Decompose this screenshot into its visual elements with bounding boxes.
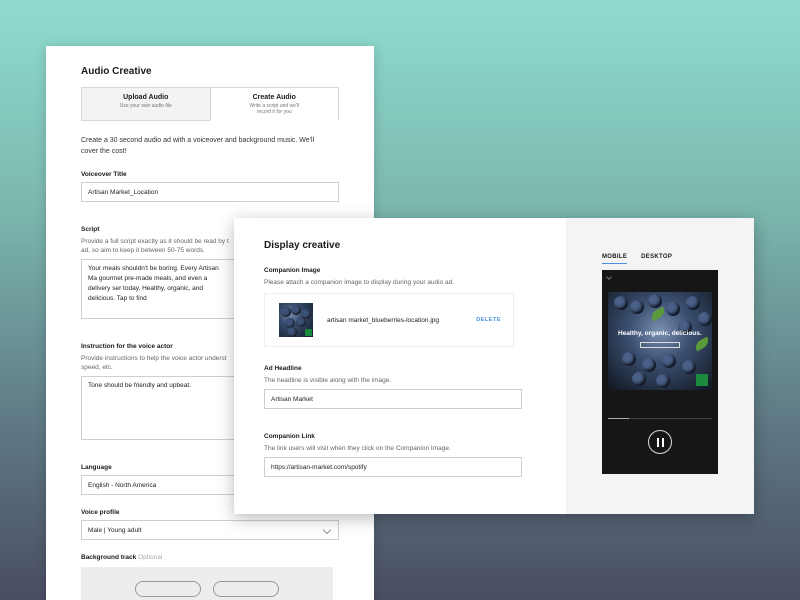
script-help: Provide a full script exactly as it shou… <box>81 238 229 254</box>
preview-cta <box>640 342 680 348</box>
tab-label: Upload Audio <box>123 94 169 101</box>
companion-image-thumbnail <box>279 303 313 337</box>
companion-image-help: Please attach a companion image to displ… <box>264 279 455 286</box>
voiceover-title-label: Voiceover Title <box>81 171 127 178</box>
track-option-button[interactable] <box>135 581 201 597</box>
language-value: English - North America <box>88 482 157 489</box>
audio-creative-title: Audio Creative <box>81 66 152 77</box>
tab-subtitle: Write a script and we'll record it for y… <box>249 103 300 115</box>
companion-image-label: Companion Image <box>264 267 321 274</box>
display-form: Display creative Companion Image Please … <box>234 218 566 514</box>
now-playing-header <box>602 270 718 283</box>
preview-pane: MOBILE DESKTOP Healthy, organic, delicio… <box>566 218 754 514</box>
optional-tag: Optional <box>138 554 163 561</box>
tab-mobile[interactable]: MOBILE <box>602 254 628 264</box>
display-creative-title: Display creative <box>264 240 341 251</box>
voice-instruction-help: Provide instructions to help the voice a… <box>81 355 227 371</box>
companion-file-name: artisan market_blueberries-location.jpg <box>327 316 440 324</box>
companion-link-help: The link users will visit when they clic… <box>264 445 451 452</box>
playback-progress[interactable] <box>608 418 712 419</box>
background-track-title: Background track <box>81 554 137 561</box>
background-track-label: Background track Optional <box>81 554 339 561</box>
device-tabs: MOBILE DESKTOP <box>602 254 754 264</box>
intro-text: Create a 30 second audio ad with a voice… <box>81 137 315 155</box>
tab-create-audio[interactable]: Create Audio Write a script and we'll re… <box>209 87 339 121</box>
delete-image-button[interactable]: DELETE <box>476 317 501 323</box>
ad-headline-input[interactable]: Artisan Market <box>264 389 522 409</box>
tab-desktop[interactable]: DESKTOP <box>641 254 672 264</box>
brand-badge <box>696 374 708 386</box>
audio-source-tabs: Upload Audio Use your own audio file Cre… <box>81 87 339 121</box>
voice-profile-value: Male | Young adult <box>88 527 142 534</box>
voiceover-title-input[interactable]: Artisan Market_Location <box>81 182 339 202</box>
pause-button[interactable] <box>648 430 672 454</box>
pause-icon <box>656 437 659 447</box>
ad-headline-label: Ad Headline <box>264 365 302 372</box>
background-track-picker <box>81 567 333 600</box>
companion-link-input[interactable]: https://artisan-market.com/spotify <box>264 457 522 477</box>
chevron-down-icon <box>322 525 332 535</box>
display-creative-panel: Display creative Companion Image Please … <box>234 218 754 514</box>
tab-label: Create Audio <box>252 94 296 101</box>
mobile-preview: Healthy, organic, delicious. <box>602 270 718 474</box>
ad-headline-help: The headline is visible along with the i… <box>264 377 392 384</box>
tab-upload-audio[interactable]: Upload Audio Use your own audio file <box>81 87 210 121</box>
track-option-button[interactable] <box>213 581 279 597</box>
tab-subtitle: Use your own audio file <box>119 103 172 109</box>
companion-image-preview[interactable]: Healthy, organic, delicious. <box>608 292 712 390</box>
voice-profile-select[interactable]: Male | Young adult <box>81 520 339 540</box>
playback-progress-fill <box>608 418 629 419</box>
companion-image-file: artisan market_blueberries-location.jpg … <box>264 293 514 347</box>
companion-link-label: Companion Link <box>264 433 315 440</box>
preview-headline: Healthy, organic, delicious. <box>618 330 702 337</box>
pause-icon <box>661 437 664 447</box>
